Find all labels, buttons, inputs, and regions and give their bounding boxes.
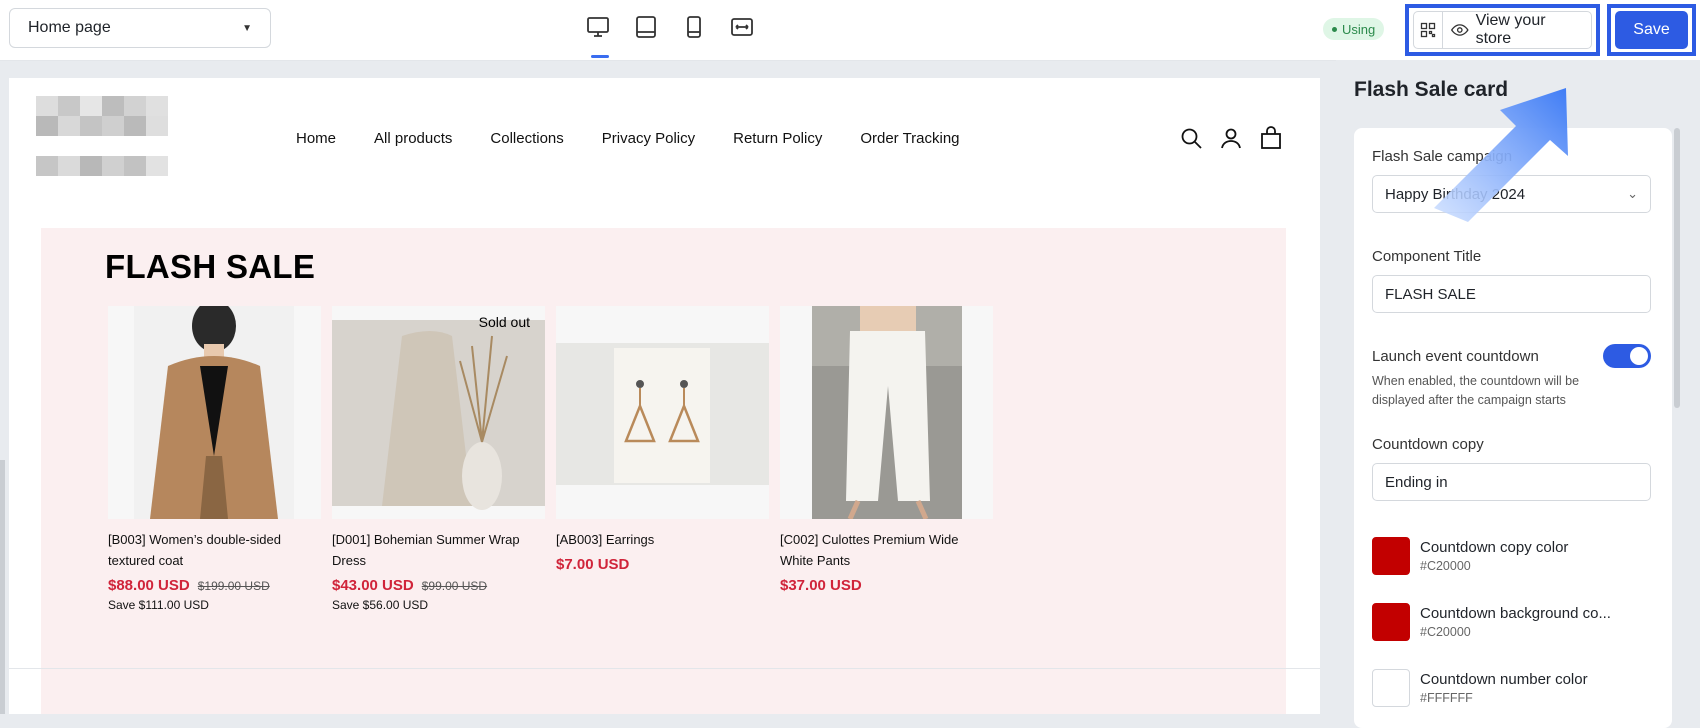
component-title-input[interactable]: FLASH SALE	[1372, 275, 1651, 313]
nav-collections[interactable]: Collections	[490, 130, 563, 147]
product-name: [B003] Women’s double-sided textured coa…	[108, 532, 281, 568]
qr-code-icon	[1420, 22, 1436, 38]
product-price: $7.00 USD	[556, 556, 630, 573]
store-logo	[36, 96, 168, 176]
countdown-copy-value: Ending in	[1385, 473, 1448, 491]
campaign-select-value: Happy Birthday 2024	[1385, 185, 1526, 203]
product-image	[556, 306, 769, 519]
product-name: [C002] Culottes Premium Wide White Pants	[780, 532, 959, 568]
product-savings: Save $56.00 USD	[332, 598, 429, 612]
product-image	[780, 306, 993, 519]
mobile-icon	[687, 16, 701, 38]
save-button-highlight: Save	[1607, 4, 1696, 56]
product-price: $88.00 USD	[108, 577, 190, 594]
color-hex: #C20000	[1420, 625, 1471, 639]
save-button[interactable]: Save	[1615, 11, 1688, 49]
nav-privacy-policy[interactable]: Privacy Policy	[602, 130, 695, 147]
cart-icon[interactable]	[1259, 126, 1283, 150]
product-price: $37.00 USD	[780, 577, 862, 594]
chevron-down-icon: ▼	[242, 22, 252, 34]
eye-icon	[1451, 24, 1469, 36]
product-price: $43.00 USD	[332, 577, 414, 594]
component-title-label: Component Title	[1372, 248, 1482, 265]
nav-home[interactable]: Home	[296, 130, 336, 147]
fullscreen-icon	[731, 18, 753, 36]
color-hex: #C20000	[1420, 559, 1471, 573]
product-compare-price: $199.00 USD	[197, 579, 270, 593]
color-name: Countdown copy color	[1420, 539, 1569, 556]
store-nav: Home All products Collections Privacy Po…	[296, 130, 960, 147]
product-card[interactable]: Sold out [D001] Bohemian Summer Wrap Dre…	[332, 306, 545, 612]
view-store-button[interactable]: View your store	[1443, 11, 1592, 49]
status-dot	[1332, 26, 1337, 32]
nav-order-tracking[interactable]: Order Tracking	[860, 130, 959, 147]
product-name: [D001] Bohemian Summer Wrap Dress	[332, 532, 520, 568]
flash-sale-title: FLASH SALE	[105, 248, 316, 285]
product-savings: Save $111.00 USD	[108, 598, 209, 612]
product-image: Sold out	[332, 306, 545, 519]
sold-out-badge: Sold out	[478, 314, 530, 330]
status-badge: Using	[1323, 18, 1385, 40]
flash-sale-section: FLASH SALE [B003] Women’s double-sided t…	[41, 228, 1286, 714]
coat-image	[134, 306, 294, 519]
countdown-toggle-label: Launch event countdown	[1372, 348, 1539, 365]
store-header-icons	[1179, 126, 1283, 150]
countdown-copy-color-row: Countdown copy color #C20000	[1372, 537, 1568, 575]
desktop-view-button[interactable]	[585, 14, 611, 58]
section-divider	[9, 668, 1320, 669]
component-title-value: FLASH SALE	[1385, 285, 1476, 303]
tablet-landscape-view-button[interactable]	[633, 14, 659, 40]
color-swatch[interactable]	[1372, 603, 1410, 641]
store-preview: Home All products Collections Privacy Po…	[9, 78, 1320, 714]
nav-return-policy[interactable]: Return Policy	[733, 130, 822, 147]
device-switcher	[585, 14, 755, 58]
tablet-icon	[636, 16, 656, 38]
settings-card: Flash Sale campaign Happy Birthday 2024 …	[1354, 128, 1672, 728]
product-compare-price: $99.00 USD	[421, 579, 488, 593]
product-prices: $88.00 USD $199.00 USD	[108, 577, 321, 594]
settings-title: Flash Sale card	[1354, 78, 1509, 101]
countdown-hint: When enabled, the countdown will be disp…	[1372, 374, 1580, 407]
account-icon[interactable]	[1219, 126, 1243, 150]
chevron-down-icon: ⌄	[1627, 186, 1638, 201]
product-prices: $7.00 USD	[556, 556, 769, 573]
earrings-image	[556, 343, 769, 485]
product-card[interactable]: [B003] Women’s double-sided textured coa…	[108, 306, 321, 612]
editor-topbar: Home page ▼ Using View your store Save	[0, 0, 1700, 61]
product-prices: $37.00 USD	[780, 577, 993, 594]
qr-code-button[interactable]	[1413, 11, 1443, 49]
settings-panel: Flash Sale card Flash Sale campaign Happ…	[1336, 60, 1700, 728]
countdown-background-color-row: Countdown background co... #C20000	[1372, 603, 1611, 641]
campaign-select[interactable]: Happy Birthday 2024 ⌄	[1372, 175, 1651, 213]
countdown-copy-input[interactable]: Ending in	[1372, 463, 1651, 501]
product-name: [AB003] Earrings	[556, 532, 655, 547]
dress-image	[332, 320, 545, 510]
fullscreen-view-button[interactable]	[729, 14, 755, 40]
color-swatch[interactable]	[1372, 669, 1410, 707]
page-select-value: Home page	[28, 19, 111, 36]
view-store-label: View your store	[1475, 12, 1546, 47]
pants-image	[812, 306, 962, 519]
product-prices: $43.00 USD $99.00 USD	[332, 577, 545, 594]
product-image	[108, 306, 321, 519]
search-icon[interactable]	[1179, 126, 1203, 150]
canvas-scrollbar[interactable]	[0, 460, 5, 714]
campaign-label: Flash Sale campaign	[1372, 148, 1513, 165]
nav-all-products[interactable]: All products	[374, 130, 452, 147]
countdown-number-color-row: Countdown number color #FFFFFF	[1372, 669, 1588, 707]
color-hex: #FFFFFF	[1420, 691, 1473, 705]
desktop-icon	[587, 17, 609, 37]
status-badge-label: Using	[1342, 21, 1376, 37]
color-name: Countdown number color	[1420, 671, 1588, 688]
mobile-view-button[interactable]	[681, 14, 707, 40]
countdown-copy-label: Countdown copy	[1372, 436, 1484, 453]
view-store-group: View your store	[1405, 4, 1600, 56]
color-name: Countdown background co...	[1420, 605, 1611, 622]
color-swatch[interactable]	[1372, 537, 1410, 575]
settings-scrollbar[interactable]	[1674, 128, 1680, 408]
product-card[interactable]: [AB003] Earrings $7.00 USD	[556, 306, 769, 573]
countdown-toggle[interactable]	[1603, 344, 1651, 368]
product-card[interactable]: [C002] Culottes Premium Wide White Pants…	[780, 306, 993, 594]
page-select[interactable]: Home page ▼	[9, 8, 271, 48]
